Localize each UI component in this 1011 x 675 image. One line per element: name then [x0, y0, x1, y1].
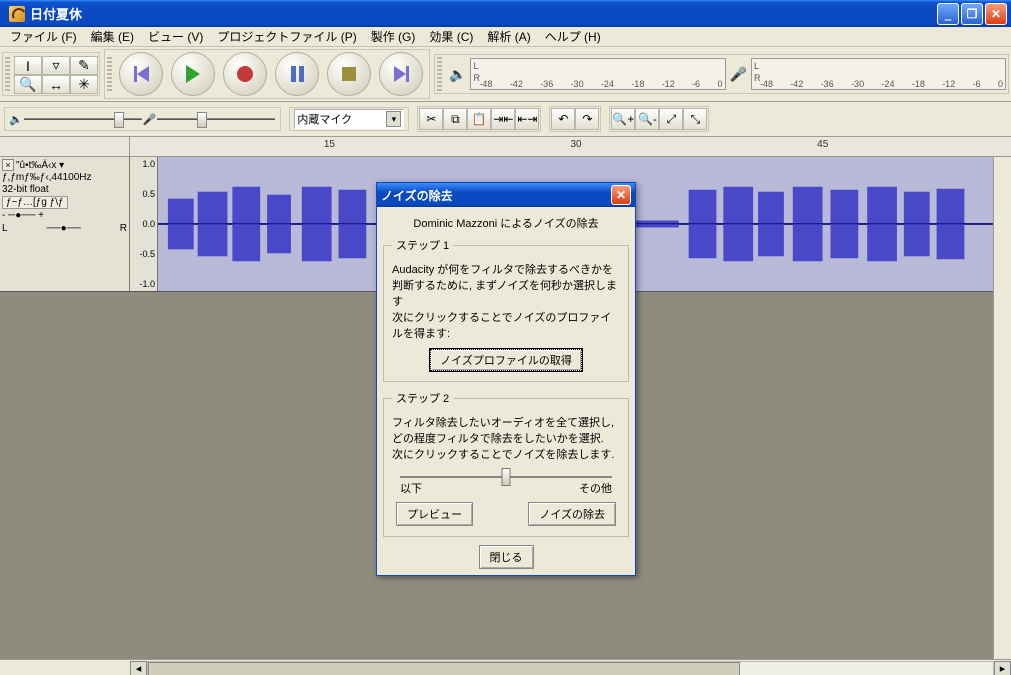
dialog-close-button[interactable]: ✕ [611, 185, 631, 205]
zoom-in-button[interactable]: 🔍+ [611, 108, 635, 130]
slider-less-label: 以下 [400, 480, 422, 496]
pan-slider[interactable]: ──●── [46, 223, 80, 234]
maximize-button[interactable]: ❐ [961, 3, 983, 25]
selection-tool[interactable]: I [14, 56, 42, 75]
step2-group: ステップ 2 フィルタ除去したいオーディオを全て選択し, どの程度フィルタで除去… [383, 390, 629, 537]
multi-tool[interactable]: ✳ [70, 75, 98, 94]
pan-right-label: R [120, 223, 127, 234]
menu-generate[interactable]: 製作 (G) [367, 26, 420, 47]
silence-button[interactable]: ⇤⇥ [515, 108, 539, 130]
output-volume-slider[interactable] [23, 109, 143, 129]
track-close-button[interactable]: × [2, 159, 14, 171]
chevron-down-icon: ▾ [386, 111, 401, 127]
app-icon [9, 6, 25, 22]
vertical-scale: 1.00.50.0-0.5-1.0 [130, 157, 158, 291]
input-device-value: 内蔵マイク [297, 111, 352, 127]
step1-legend: ステップ 1 [392, 237, 453, 253]
track-header[interactable]: × "û•t‰Ä‹x ▾ ƒ,ƒmƒ‰ƒ‹,44100Hz 32-bit flo… [0, 157, 130, 291]
input-volume-slider[interactable] [156, 109, 276, 129]
track-format: 32-bit float [2, 184, 127, 195]
minimize-button[interactable]: ‗ [937, 3, 959, 25]
tool-palette: I ▿ ✎ 🔍 ↔ ✳ [2, 52, 100, 96]
zoom-tool[interactable]: 🔍 [14, 75, 42, 94]
pan-left-label: L [2, 223, 8, 234]
playback-meter: 🔈 L R -48-42-36-30-24-18-12-60 🎤 L R -48… [434, 54, 1009, 94]
mic-icon: 🎤 [730, 66, 747, 83]
timeshift-tool[interactable]: ↔ [42, 75, 70, 94]
envelope-tool[interactable]: ▿ [42, 56, 70, 75]
input-device-combo[interactable]: 内蔵マイク ▾ [294, 109, 404, 129]
timeline-ruler[interactable]: 15 30 45 [130, 137, 1011, 157]
remove-noise-button[interactable]: ノイズの除去 [528, 502, 616, 526]
app-window: { "window": { "title": "日付夏休" }, "menu":… [0, 0, 1011, 675]
dialog-credit: Dominic Mazzoni によるノイズの除去 [383, 215, 629, 231]
speaker-small-icon: 🔈 [9, 113, 23, 126]
stop-button[interactable] [327, 52, 371, 96]
scroll-left-button[interactable]: ◂ [130, 661, 147, 675]
skip-end-button[interactable] [379, 52, 423, 96]
preview-button[interactable]: プレビュー [396, 502, 473, 526]
menu-help[interactable]: ヘルプ (H) [541, 26, 605, 47]
dialog-titlebar[interactable]: ノイズの除去 ✕ [377, 183, 635, 207]
ruler-corner [0, 137, 130, 157]
toolbar-mixer: 🔈 🎤 内蔵マイク ▾ ✂ ⧉ 📋 ⇥⇤ ⇤⇥ ↶ ↷ 🔍+ 🔍- ⤢ ⤡ [0, 102, 1011, 137]
window-close-button[interactable]: ✕ [985, 3, 1007, 25]
dialog-title: ノイズの除去 [381, 187, 453, 204]
vertical-scrollbar[interactable] [993, 157, 1011, 659]
gain-slider[interactable]: - ─●── + [2, 210, 127, 221]
menubar: ファイル (F) 編集 (E) ビュー (V) プロジェクトファイル (P) 製… [0, 27, 1011, 47]
cut-button[interactable]: ✂ [419, 108, 443, 130]
fit-selection-button[interactable]: ⤢ [659, 108, 683, 130]
step2-legend: ステップ 2 [392, 390, 453, 406]
step1-text: Audacity が何をフィルタで除去するべきかを 判断するために, まずノイズ… [392, 261, 620, 341]
paste-button[interactable]: 📋 [467, 108, 491, 130]
horizontal-scrollbar[interactable]: ◂ ▸ [0, 659, 1011, 675]
play-button[interactable] [171, 52, 215, 96]
noise-amount-slider[interactable] [400, 476, 612, 478]
copy-button[interactable]: ⧉ [443, 108, 467, 130]
menu-analyze[interactable]: 解析 (A) [483, 26, 534, 47]
mute-button[interactable]: ƒ~ƒ…[ƒg ƒ\ƒ [2, 196, 68, 209]
trim-button[interactable]: ⇥⇤ [491, 108, 515, 130]
window-title: 日付夏休 [30, 4, 937, 23]
dialog-ok-close-button[interactable]: 閉じる [479, 545, 534, 569]
noise-removal-dialog: ノイズの除去 ✕ Dominic Mazzoni によるノイズの除去 ステップ … [376, 182, 636, 576]
step2-text: フィルタ除去したいオーディオを全て選択し, どの程度フィルタで除去をしたいかを選… [392, 414, 620, 462]
menu-view[interactable]: ビュー (V) [144, 26, 207, 47]
fit-project-button[interactable]: ⤡ [683, 108, 707, 130]
track-name[interactable]: "û•t‰Ä‹x ▾ [16, 160, 64, 171]
record-button[interactable] [223, 52, 267, 96]
get-noise-profile-button[interactable]: ノイズプロファイルの取得 [430, 349, 582, 371]
track-rate: ƒ,ƒmƒ‰ƒ‹,44100Hz [2, 172, 127, 183]
menu-edit[interactable]: 編集 (E) [87, 26, 138, 47]
speaker-icon: 🔈 [449, 66, 466, 83]
skip-start-button[interactable] [119, 52, 163, 96]
scroll-right-button[interactable]: ▸ [994, 661, 1011, 675]
toolbar-main: I ▿ ✎ 🔍 ↔ ✳ 🔈 L R -48-42- [0, 47, 1011, 102]
mic-small-icon: 🎤 [143, 113, 157, 126]
transport-controls [104, 49, 430, 99]
step1-group: ステップ 1 Audacity が何をフィルタで除去するべきかを 判断するために… [383, 237, 629, 382]
zoom-out-button[interactable]: 🔍- [635, 108, 659, 130]
menu-project[interactable]: プロジェクトファイル (P) [213, 26, 360, 47]
menu-file[interactable]: ファイル (F) [6, 26, 81, 47]
playback-meter-scale[interactable]: L R -48-42-36-30-24-18-12-60 [470, 58, 725, 90]
undo-button[interactable]: ↶ [551, 108, 575, 130]
scroll-thumb[interactable] [148, 662, 740, 675]
redo-button[interactable]: ↷ [575, 108, 599, 130]
draw-tool[interactable]: ✎ [70, 56, 98, 75]
menu-effect[interactable]: 効果 (C) [425, 26, 477, 47]
pause-button[interactable] [275, 52, 319, 96]
record-meter-scale[interactable]: L R -48-42-36-30-24-18-12-60 [751, 58, 1006, 90]
titlebar: 日付夏休 ‗ ❐ ✕ [0, 0, 1011, 27]
slider-more-label: その他 [579, 480, 612, 496]
